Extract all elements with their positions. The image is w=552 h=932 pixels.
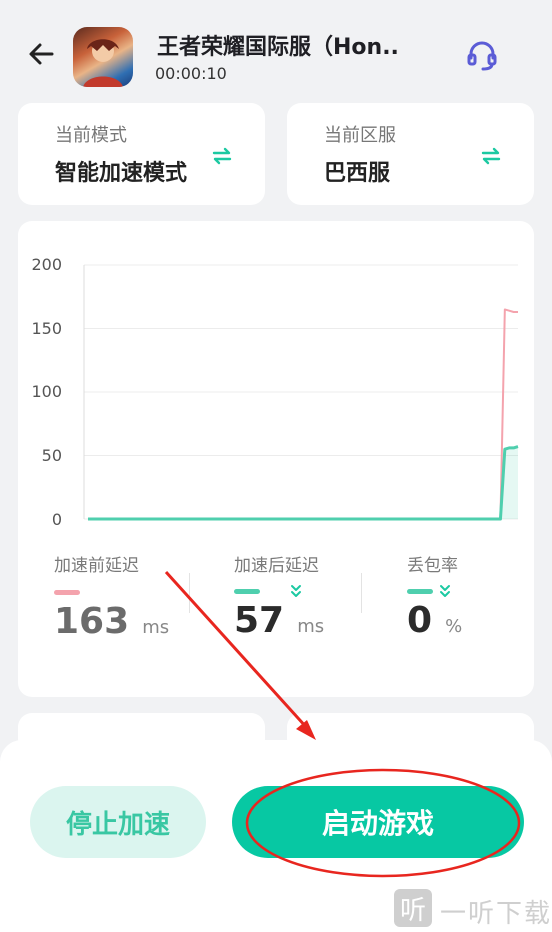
y-tick-label: 150 — [31, 319, 62, 338]
stat-label: 丢包率 — [407, 556, 458, 576]
stat-label: 加速前延迟 — [54, 556, 139, 576]
stat-packet-loss: 丢包率 0 % — [407, 551, 517, 641]
legend-swatch — [407, 588, 433, 594]
start-game-button[interactable]: 启动游戏 — [232, 786, 524, 858]
watermark-logo: 听 — [394, 889, 432, 927]
divider — [189, 573, 190, 613]
back-button[interactable] — [26, 38, 58, 70]
region-card[interactable]: 当前区服 巴西服 — [287, 103, 534, 205]
region-value: 巴西服 — [324, 161, 391, 186]
chevron-double-down-icon — [291, 585, 301, 597]
divider — [361, 573, 362, 613]
arrow-left-icon — [29, 43, 54, 65]
y-tick-label: 50 — [41, 446, 62, 465]
chevron-double-down-icon — [440, 585, 450, 597]
series-line-before — [88, 308, 518, 520]
stat-before: 加速前延迟 163 ms — [54, 551, 224, 642]
mode-card[interactable]: 当前模式 智能加速模式 — [18, 103, 265, 205]
swap-icon[interactable] — [480, 145, 502, 167]
page-title: 王者荣耀国际服（Hon.. — [157, 35, 399, 60]
headset-icon — [467, 41, 497, 71]
stop-acceleration-button[interactable]: 停止加速 — [30, 786, 206, 858]
mode-value: 智能加速模式 — [55, 161, 188, 186]
y-tick-label: 200 — [31, 255, 62, 274]
legend-swatch — [234, 588, 260, 594]
swap-icon[interactable] — [211, 145, 233, 167]
latency-chart — [83, 264, 519, 521]
stat-value: 163 — [54, 601, 130, 642]
y-tick-label: 100 — [31, 382, 62, 401]
latency-chart-card: 200 150 100 50 0 加速前延迟 163 ms 加速后延迟 57 m… — [18, 221, 534, 697]
watermark-text: 一听下载 — [440, 899, 552, 929]
y-tick-label: 0 — [51, 510, 62, 529]
legend-swatch — [54, 590, 80, 595]
mode-label: 当前模式 — [55, 125, 127, 146]
region-label: 当前区服 — [324, 125, 396, 146]
stat-unit: ms — [142, 617, 170, 638]
stat-value: 0 — [407, 600, 433, 641]
stat-unit: % — [445, 616, 463, 637]
series-area — [88, 446, 518, 519]
session-timer: 00:00:10 — [155, 64, 227, 83]
stat-value: 57 — [234, 600, 285, 641]
support-button[interactable] — [464, 38, 500, 74]
game-icon — [73, 27, 133, 87]
series-line-after — [88, 445, 519, 521]
stat-unit: ms — [297, 616, 325, 637]
